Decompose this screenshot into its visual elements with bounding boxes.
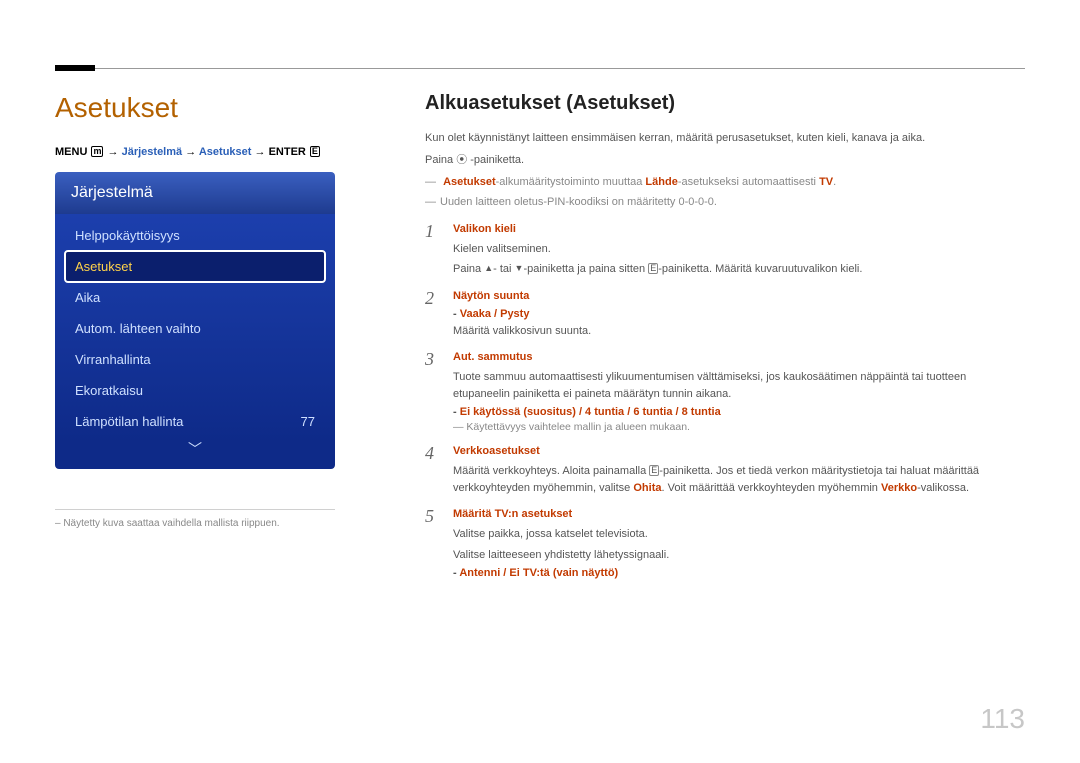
step-option: Ei käytössä (suositus) / 4 tuntia / 6 tu… — [453, 406, 1025, 418]
enter-icon: E — [310, 146, 320, 157]
breadcrumb-seg-2: Asetukset — [199, 146, 252, 158]
note-2: Uuden laitteen oletus-PIN-koodiksi on mä… — [425, 195, 1025, 211]
osd-menu-item-label: Aika — [75, 290, 100, 305]
note-red: Lähde — [645, 176, 677, 188]
step-option: Vaaka / Pysty — [453, 308, 1025, 320]
note-red: Asetukset — [443, 176, 496, 188]
step-4: Verkkoasetukset Määritä verkkoyhteys. Al… — [425, 445, 1025, 496]
step-1: Valikon kieli Kielen valitseminen. Paina… — [425, 223, 1025, 278]
steps-list: Valikon kieli Kielen valitseminen. Paina… — [425, 223, 1025, 580]
osd-menu-item[interactable]: Lämpötilan hallinta 77 — [65, 406, 325, 437]
step-body: Määritä valikkosivun suunta. — [453, 323, 1025, 340]
step-option: Antenni / Ei TV:tä (vain näyttö) — [453, 567, 1025, 579]
step-title: Aut. sammutus — [453, 351, 1025, 363]
osd-menu-item[interactable]: Autom. lähteen vaihto — [65, 313, 325, 344]
step-subnote: Käytettävyys vaihtelee mallin ja alueen … — [453, 421, 1025, 433]
intro-text: Kun olet käynnistänyt laitteen ensimmäis… — [425, 131, 1025, 147]
osd-menu-header: Järjestelmä — [55, 172, 335, 214]
breadcrumb-seg-1: Järjestelmä — [122, 146, 183, 158]
osd-menu-item-label: Ekoratkaisu — [75, 383, 143, 398]
step-body: Tuote sammuu automaattisesti ylikuumentu… — [453, 369, 1025, 402]
step-body: Paina ▲- tai ▼-painiketta ja paina sitte… — [453, 261, 1025, 278]
breadcrumb-arrow: → — [185, 146, 196, 158]
step-body: Kielen valitseminen. — [453, 241, 1025, 258]
osd-menu-more[interactable]: ﹀ — [65, 437, 325, 465]
top-rule-accent — [55, 65, 95, 71]
breadcrumb-arrow: → — [255, 146, 266, 158]
chevron-down-icon: ﹀ — [188, 441, 202, 457]
note-1: Asetukset-alkumääritystoiminto muuttaa L… — [425, 175, 1025, 191]
step-title: Verkkoasetukset — [453, 445, 1025, 457]
osd-menu-item-label: Helppokäyttöisyys — [75, 228, 180, 243]
page-number: 113 — [980, 703, 1025, 735]
step-title: Valikon kieli — [453, 223, 1025, 235]
press-line: Paina ⦿ -painiketta. — [425, 153, 1025, 169]
osd-menu-item[interactable]: Ekoratkaisu — [65, 375, 325, 406]
top-rule — [55, 68, 1025, 69]
step-body: Valitse laitteeseen yhdistetty lähetyssi… — [453, 547, 1025, 564]
osd-menu-panel: Järjestelmä Helppokäyttöisyys Asetukset … — [55, 172, 335, 469]
left-divider — [55, 509, 335, 510]
breadcrumb-enter-label: ENTER — [269, 146, 306, 158]
step-title: Näytön suunta — [453, 290, 1025, 302]
step-body: Määritä verkkoyhteys. Aloita painamalla … — [453, 463, 1025, 496]
osd-menu-item[interactable]: Virranhallinta — [65, 344, 325, 375]
breadcrumb: MENU m → Järjestelmä → Asetukset → ENTER… — [55, 146, 395, 158]
enter-icon: E — [648, 263, 658, 274]
osd-menu-item[interactable]: Aika — [65, 282, 325, 313]
note-red: TV — [819, 176, 833, 188]
step-5: Määritä TV:n asetukset Valitse paikka, j… — [425, 508, 1025, 579]
menu-icon: m — [91, 146, 103, 157]
osd-menu-item-label: Asetukset — [75, 259, 132, 274]
osd-menu-item-selected[interactable]: Asetukset — [65, 251, 325, 282]
osd-menu-item[interactable]: Helppokäyttöisyys — [65, 220, 325, 251]
page-title: Alkuasetukset (Asetukset) — [425, 92, 1025, 115]
enter-icon: E — [649, 465, 659, 476]
osd-menu-body: Helppokäyttöisyys Asetukset Aika Autom. … — [55, 214, 335, 469]
osd-menu-item-label: Autom. lähteen vaihto — [75, 321, 201, 336]
breadcrumb-arrow: → — [108, 146, 119, 158]
up-arrow-icon: ▲ — [484, 262, 493, 276]
breadcrumb-menu-label: MENU — [55, 146, 87, 158]
osd-menu-item-label: Virranhallinta — [75, 352, 151, 367]
osd-menu-item-label: Lämpötilan hallinta — [75, 414, 183, 429]
osd-menu-item-value: 77 — [301, 414, 315, 429]
step-2: Näytön suunta Vaaka / Pysty Määritä vali… — [425, 290, 1025, 340]
right-column: Alkuasetukset (Asetukset) Kun olet käynn… — [425, 92, 1025, 723]
section-title: Asetukset — [55, 92, 395, 124]
step-body: Valitse paikka, jossa katselet televisio… — [453, 526, 1025, 543]
step-title: Määritä TV:n asetukset — [453, 508, 1025, 520]
page: Asetukset MENU m → Järjestelmä → Asetuks… — [55, 92, 1025, 723]
step-3: Aut. sammutus Tuote sammuu automaattises… — [425, 351, 1025, 433]
left-column: Asetukset MENU m → Järjestelmä → Asetuks… — [55, 92, 425, 723]
left-footnote: – Näytetty kuva saattaa vaihdella mallis… — [55, 518, 335, 529]
